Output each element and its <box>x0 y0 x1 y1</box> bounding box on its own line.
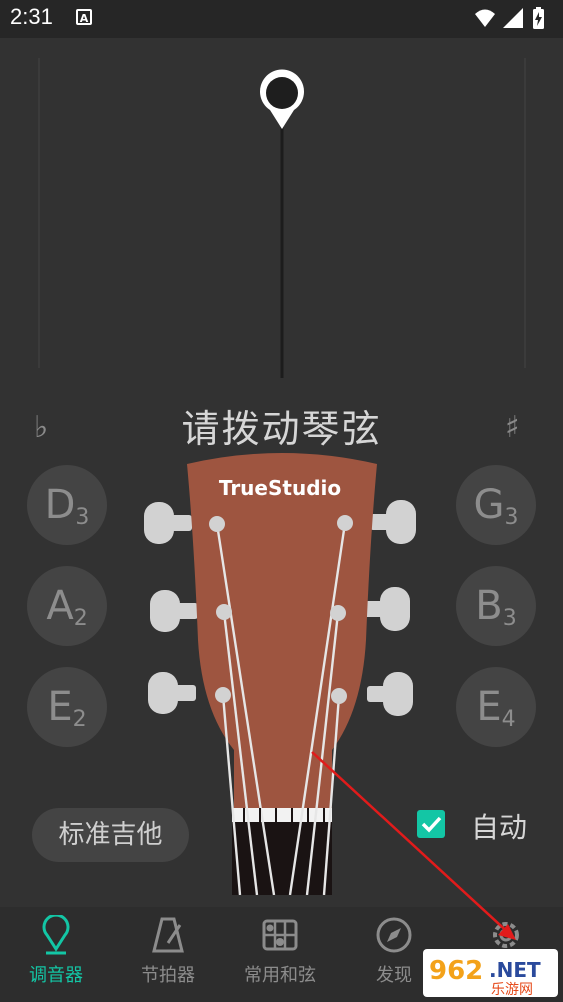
watermark-image: 962 .NET 乐游网 <box>429 956 541 998</box>
annotation-arrow <box>311 751 516 940</box>
watermark-logo: 962 .NET 乐游网 <box>423 949 558 998</box>
watermark-number: 962 <box>429 956 483 986</box>
watermark-sub: 乐游网 <box>491 982 533 997</box>
watermark-suffix: .NET <box>489 958 541 982</box>
